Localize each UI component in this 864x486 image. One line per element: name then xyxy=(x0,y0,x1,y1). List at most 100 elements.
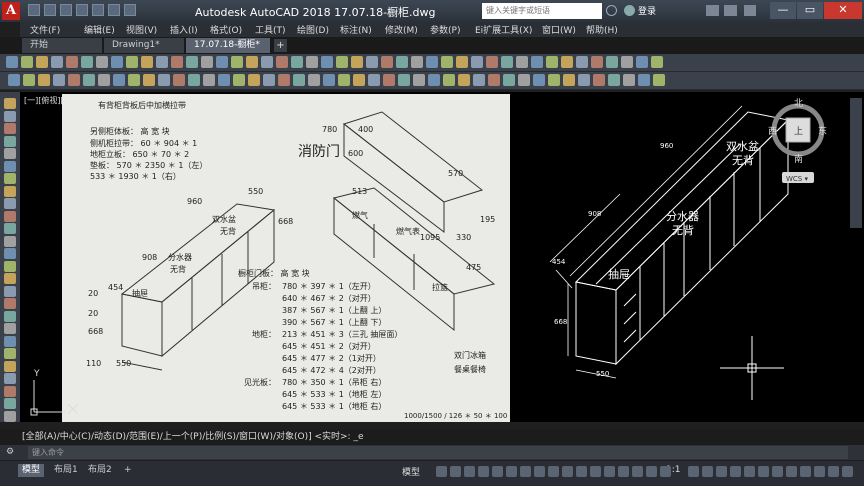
toolbar-tool-icon[interactable] xyxy=(231,56,243,68)
draw-tool-icon[interactable] xyxy=(4,173,16,184)
toolbar-tool-icon[interactable] xyxy=(203,74,215,86)
toolbar-tool-icon[interactable] xyxy=(578,74,590,86)
status-toggle-icon[interactable] xyxy=(758,466,769,477)
toolbar-tool-icon[interactable] xyxy=(308,74,320,86)
toolbar-tool-icon[interactable] xyxy=(246,56,258,68)
status-toggle-icon[interactable] xyxy=(590,466,601,477)
menu-parametric[interactable]: 参数(P) xyxy=(430,23,460,36)
toolbar-tool-icon[interactable] xyxy=(653,74,665,86)
draw-tool-icon[interactable] xyxy=(4,323,16,334)
login-button[interactable]: 登录 xyxy=(638,4,656,17)
menu-ei-extension[interactable]: Ei扩展工具(X) xyxy=(475,23,532,36)
model-space-toggle[interactable]: 模型 xyxy=(402,465,420,478)
toolbar-tool-icon[interactable] xyxy=(591,56,603,68)
new-tab-button[interactable]: + xyxy=(274,39,287,52)
toolbar-tool-icon[interactable] xyxy=(471,56,483,68)
draw-tool-icon[interactable] xyxy=(4,198,16,209)
toolbar-tool-icon[interactable] xyxy=(263,74,275,86)
status-toggle-icon[interactable] xyxy=(744,466,755,477)
toolbar-tool-icon[interactable] xyxy=(561,56,573,68)
viewcube-east[interactable]: 东 xyxy=(818,125,827,137)
toolbar-tool-icon[interactable] xyxy=(456,56,468,68)
toolbar-tool-icon[interactable] xyxy=(396,56,408,68)
toolbar-tool-icon[interactable] xyxy=(171,56,183,68)
application-menu-button[interactable]: A xyxy=(2,2,20,20)
toolbar-tool-icon[interactable] xyxy=(51,56,63,68)
toolbar-tool-icon[interactable] xyxy=(458,74,470,86)
draw-tool-icon[interactable] xyxy=(4,298,16,309)
status-toggle-icon[interactable] xyxy=(772,466,783,477)
status-toggle-icon[interactable] xyxy=(688,466,699,477)
toolbar-tool-icon[interactable] xyxy=(516,56,528,68)
status-toggle-icon[interactable] xyxy=(492,466,503,477)
status-toggle-icon[interactable] xyxy=(814,466,825,477)
toolbar-tool-icon[interactable] xyxy=(158,74,170,86)
status-toggle-icon[interactable] xyxy=(800,466,811,477)
toolbar-tool-icon[interactable] xyxy=(278,74,290,86)
toolbar-tool-icon[interactable] xyxy=(606,56,618,68)
toolbar-tool-icon[interactable] xyxy=(351,56,363,68)
toolbar-tool-icon[interactable] xyxy=(636,56,648,68)
toolbar-tool-icon[interactable] xyxy=(366,56,378,68)
command-customize-icon[interactable]: ⚙ xyxy=(6,447,16,457)
menu-file[interactable]: 文件(F) xyxy=(30,23,60,36)
toolbar-tool-icon[interactable] xyxy=(218,74,230,86)
toolbar-tool-icon[interactable] xyxy=(428,74,440,86)
toolbar-tool-icon[interactable] xyxy=(293,74,305,86)
toolbar-tool-icon[interactable] xyxy=(66,56,78,68)
toolbar-tool-icon[interactable] xyxy=(623,74,635,86)
toolbar-tool-icon[interactable] xyxy=(501,56,513,68)
save-icon[interactable] xyxy=(60,4,72,16)
search-input[interactable]: 键入关键字或短语 xyxy=(482,3,602,19)
maximize-button[interactable]: ▭ xyxy=(797,2,823,19)
toolbar-tool-icon[interactable] xyxy=(36,56,48,68)
draw-tool-icon[interactable] xyxy=(4,148,16,159)
minimize-button[interactable]: — xyxy=(770,2,796,19)
draw-tool-icon[interactable] xyxy=(4,335,16,347)
toolbar-tool-icon[interactable] xyxy=(111,56,123,68)
toolbar-tool-icon[interactable] xyxy=(233,74,245,86)
status-toggle-icon[interactable] xyxy=(478,466,489,477)
status-toggle-icon[interactable] xyxy=(730,466,741,477)
toolbar-tool-icon[interactable] xyxy=(426,56,438,68)
draw-tool-icon[interactable] xyxy=(4,98,16,109)
menu-help[interactable]: 帮助(H) xyxy=(586,23,618,36)
draw-tool-icon[interactable] xyxy=(4,210,16,222)
toolbar-tool-icon[interactable] xyxy=(518,74,530,86)
toolbar-tool-icon[interactable] xyxy=(248,74,260,86)
status-toggle-icon[interactable] xyxy=(702,466,713,477)
toolbar-tool-icon[interactable] xyxy=(576,56,588,68)
draw-tool-icon[interactable] xyxy=(4,373,16,384)
toolbar-tool-icon[interactable] xyxy=(443,74,455,86)
toolbar-tool-icon[interactable] xyxy=(68,74,80,86)
toolbar-tool-icon[interactable] xyxy=(381,56,393,68)
navigation-bar[interactable] xyxy=(850,98,862,228)
toolbar-tool-icon[interactable] xyxy=(563,74,575,86)
status-toggle-icon[interactable] xyxy=(548,466,559,477)
tab-drawing1[interactable]: Drawing1* xyxy=(104,38,184,53)
toolbar-tool-icon[interactable] xyxy=(321,56,333,68)
toolbar-tool-icon[interactable] xyxy=(83,74,95,86)
toolbar-tool-icon[interactable] xyxy=(81,56,93,68)
layout-tab-layout2[interactable]: 布局2 xyxy=(84,464,116,477)
menu-view[interactable]: 视图(V) xyxy=(126,23,157,36)
toolbar-tool-icon[interactable] xyxy=(353,74,365,86)
toolbar-tool-icon[interactable] xyxy=(128,74,140,86)
toolbar-tool-icon[interactable] xyxy=(141,56,153,68)
toolbar-tool-icon[interactable] xyxy=(383,74,395,86)
status-toggle-icon[interactable] xyxy=(576,466,587,477)
draw-tool-icon[interactable] xyxy=(4,410,16,422)
add-layout-button[interactable]: + xyxy=(120,464,136,477)
status-toggle-icon[interactable] xyxy=(436,466,447,477)
toolbar-tool-icon[interactable] xyxy=(306,56,318,68)
layout-tab-layout1[interactable]: 布局1 xyxy=(50,464,82,477)
draw-tool-icon[interactable] xyxy=(4,260,16,272)
toolbar-tool-icon[interactable] xyxy=(411,56,423,68)
draw-tool-icon[interactable] xyxy=(4,135,16,147)
toolbar-tool-icon[interactable] xyxy=(216,56,228,68)
search-icon[interactable] xyxy=(606,5,617,16)
toolbar-tool-icon[interactable] xyxy=(338,74,350,86)
toolbar-tool-icon[interactable] xyxy=(413,74,425,86)
draw-tool-icon[interactable] xyxy=(4,160,16,172)
toolbar-tool-icon[interactable] xyxy=(488,74,500,86)
